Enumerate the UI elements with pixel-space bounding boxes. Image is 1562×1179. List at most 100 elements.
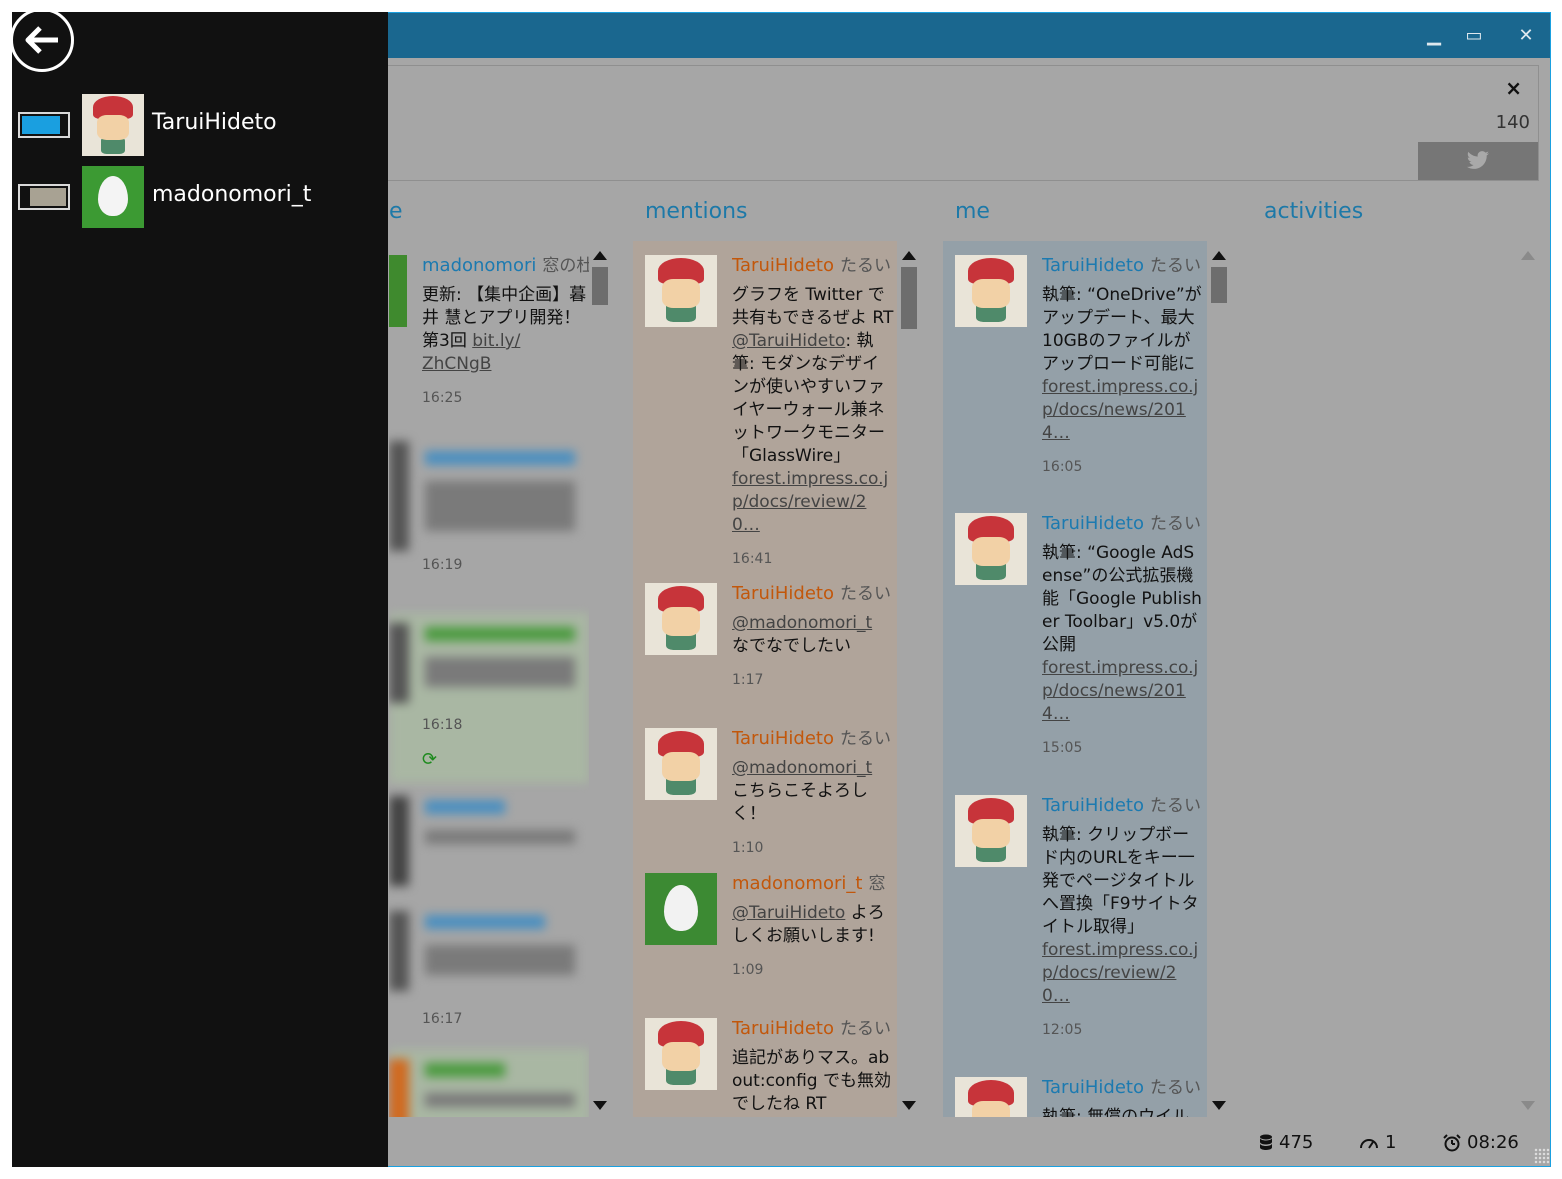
tweet-text: グラフを Twitter で共有もできるぜよ RT @TaruiHideto: … (732, 285, 894, 535)
tweet-time: 1:09 (732, 962, 764, 978)
me-scroll-down[interactable] (1212, 1101, 1226, 1110)
tweet-text: 執筆: “Google AdSense”の公式拡張機能「Google Publi… (1042, 543, 1202, 724)
tweet-text: 執筆: 無償のウイルス (1042, 1107, 1190, 1117)
tweet-author[interactable]: TaruiHideto たるい (732, 724, 894, 749)
tweet-time: 16:05 (1042, 459, 1083, 475)
tweet-link[interactable]: forest.impress.co.jp/docs/review/20… (1042, 940, 1198, 1006)
tweet-text: 更新: 【集中企画】暮井 慧とアプリ開発！第3回 bit.ly/ZhCNgB (422, 285, 587, 374)
mentions-scroll-down[interactable] (902, 1101, 916, 1110)
home-scrollbar-thumb[interactable] (592, 267, 608, 305)
cache-status: 475 (1259, 1132, 1313, 1153)
tweet-avatar[interactable] (955, 1077, 1027, 1117)
mention-link[interactable]: @TaruiHideto (732, 331, 845, 351)
column-header-mentions[interactable]: mentions (645, 199, 748, 224)
account-toggle[interactable] (18, 184, 70, 210)
tweet-time: 1:10 (732, 840, 764, 856)
tweet-link[interactable]: forest.impress.co.jp/docs/news/2014… (1042, 658, 1198, 724)
alarm-clock-icon (1443, 1133, 1461, 1151)
blurred-tweet (389, 786, 589, 886)
home-scroll-down[interactable] (593, 1101, 607, 1110)
tweet-author[interactable]: TaruiHideto たるい (1042, 509, 1204, 534)
account-name: madonomori_t (152, 182, 312, 207)
tweet-avatar (389, 255, 407, 327)
connection-status: 1 (1359, 1132, 1396, 1153)
home-scroll-up[interactable] (593, 251, 607, 260)
account-item-madonomori-t[interactable]: madonomori_t (12, 166, 388, 228)
maximize-button[interactable]: ▭ (1454, 21, 1494, 51)
egg-avatar (82, 166, 144, 228)
tweet-author[interactable]: TaruiHideto たるい (1042, 1073, 1204, 1098)
me-column[interactable]: TaruiHideto たるい 執筆: “OneDrive”がアップデート、最大1… (943, 241, 1207, 1117)
tweet-time: 16:17 (422, 1011, 463, 1027)
back-button[interactable] (10, 8, 74, 72)
activities-column[interactable] (1253, 241, 1533, 1117)
tweet-time: 16:18 (422, 717, 463, 733)
remaining-char-count: 140 (1495, 112, 1530, 133)
twitter-bird-icon (1467, 151, 1489, 169)
tweet-avatar[interactable] (645, 1018, 717, 1090)
tweet-author[interactable]: TaruiHideto たるい (732, 579, 894, 604)
close-button[interactable]: ✕ (1506, 21, 1546, 51)
column-header-activities[interactable]: activities (1264, 199, 1363, 224)
tweet-avatar[interactable] (955, 795, 1027, 867)
mention-link[interactable]: @TaruiHideto (732, 903, 845, 923)
tweet-time: 16:41 (732, 551, 773, 567)
tweet-link[interactable]: forest.impress.co.jp/docs/review/20… (732, 469, 888, 535)
tweet-text: @madonomori_t なでなでしたい (732, 613, 873, 656)
send-tweet-button[interactable] (1418, 142, 1538, 180)
minimize-button[interactable]: ▁ (1414, 21, 1454, 51)
tweet-text: 執筆: クリップボード内のURLをキー一発でページタイトルへ置換「F9サイトタイ… (1042, 825, 1199, 1006)
close-icon: ✕ (1518, 25, 1534, 46)
connection-count: 1 (1385, 1132, 1397, 1153)
activities-scroll-up[interactable] (1521, 251, 1535, 260)
tweet-author[interactable]: TaruiHideto たるい (732, 1014, 894, 1039)
home-column[interactable]: madonomori 窓の杜 更新: 【集中企画】暮井 慧とアプリ開発！第3回 b… (389, 241, 589, 1117)
tweet-avatar[interactable] (955, 255, 1027, 327)
tweet-author[interactable]: madonomori_t 窓 (732, 869, 894, 894)
tweet-avatar[interactable] (645, 583, 717, 655)
tweet-text: 執筆: “OneDrive”がアップデート、最大10GBのファイルがアップロード… (1042, 285, 1202, 443)
tweet-avatar[interactable] (955, 513, 1027, 585)
tweet-text: 追記がありマス。about:config でも無効でしたね RT (732, 1048, 891, 1114)
tweet-time: 16:25 (422, 390, 463, 406)
clock-status: 08:26 (1443, 1132, 1519, 1153)
tweet-link[interactable]: ZhCNgB (422, 354, 491, 374)
blurred-tweet (389, 441, 589, 551)
me-scroll-up[interactable] (1212, 251, 1226, 260)
mentions-scrollbar-thumb[interactable] (901, 267, 917, 329)
mention-link[interactable]: @madonomori_t (732, 613, 872, 633)
blurred-tweet (389, 613, 589, 783)
tweet-link[interactable]: bit.ly/ (472, 331, 520, 351)
retweet-icon: ⟳ (422, 749, 438, 770)
tweet-avatar[interactable] (645, 728, 717, 800)
speedometer-icon (1360, 1138, 1378, 1149)
tweet-avatar[interactable] (645, 255, 717, 327)
resize-grip[interactable] (1534, 1148, 1550, 1164)
column-header-home[interactable]: e (389, 199, 403, 224)
tweet-author[interactable]: TaruiHideto たるい (732, 251, 894, 276)
blurred-tweet (389, 1049, 589, 1117)
account-avatar (82, 94, 144, 156)
activities-scroll-down[interactable] (1521, 1101, 1535, 1110)
egg-avatar[interactable] (645, 873, 717, 945)
cache-count: 475 (1279, 1132, 1314, 1153)
mention-link[interactable]: @madonomori_t (732, 758, 872, 778)
database-icon (1260, 1134, 1272, 1150)
composer-close-button[interactable]: × (1505, 76, 1522, 100)
account-item-taruihideto[interactable]: TaruiHideto (12, 94, 388, 156)
tweet-text: @TaruiHideto よろしくお願いします! (732, 903, 885, 946)
tweet-text: @madonomori_t こちらこそよろしく！ (732, 758, 873, 824)
mentions-column[interactable]: TaruiHideto たるい グラフを Twitter で共有もできるぜよ RT… (633, 241, 897, 1117)
account-flyout: TaruiHideto madonomori_t (10, 8, 388, 1167)
clock-time: 08:26 (1467, 1132, 1519, 1153)
column-header-me[interactable]: me (955, 199, 990, 224)
tweet-body: madonomori 窓の杜 更新: 【集中企画】暮井 慧とアプリ開発！第3回 b… (422, 251, 589, 406)
tweet-author[interactable]: TaruiHideto たるい (1042, 791, 1204, 816)
tweet-link[interactable]: forest.impress.co.jp/docs/news/2014… (1042, 377, 1198, 443)
tweet-time: 1:17 (732, 672, 764, 688)
me-scrollbar-thumb[interactable] (1211, 267, 1227, 303)
mentions-scroll-up[interactable] (902, 251, 916, 260)
tweet-author[interactable]: TaruiHideto たるい (1042, 251, 1204, 276)
account-toggle[interactable] (18, 112, 70, 138)
tweet-author[interactable]: madonomori 窓の杜 (422, 251, 589, 276)
